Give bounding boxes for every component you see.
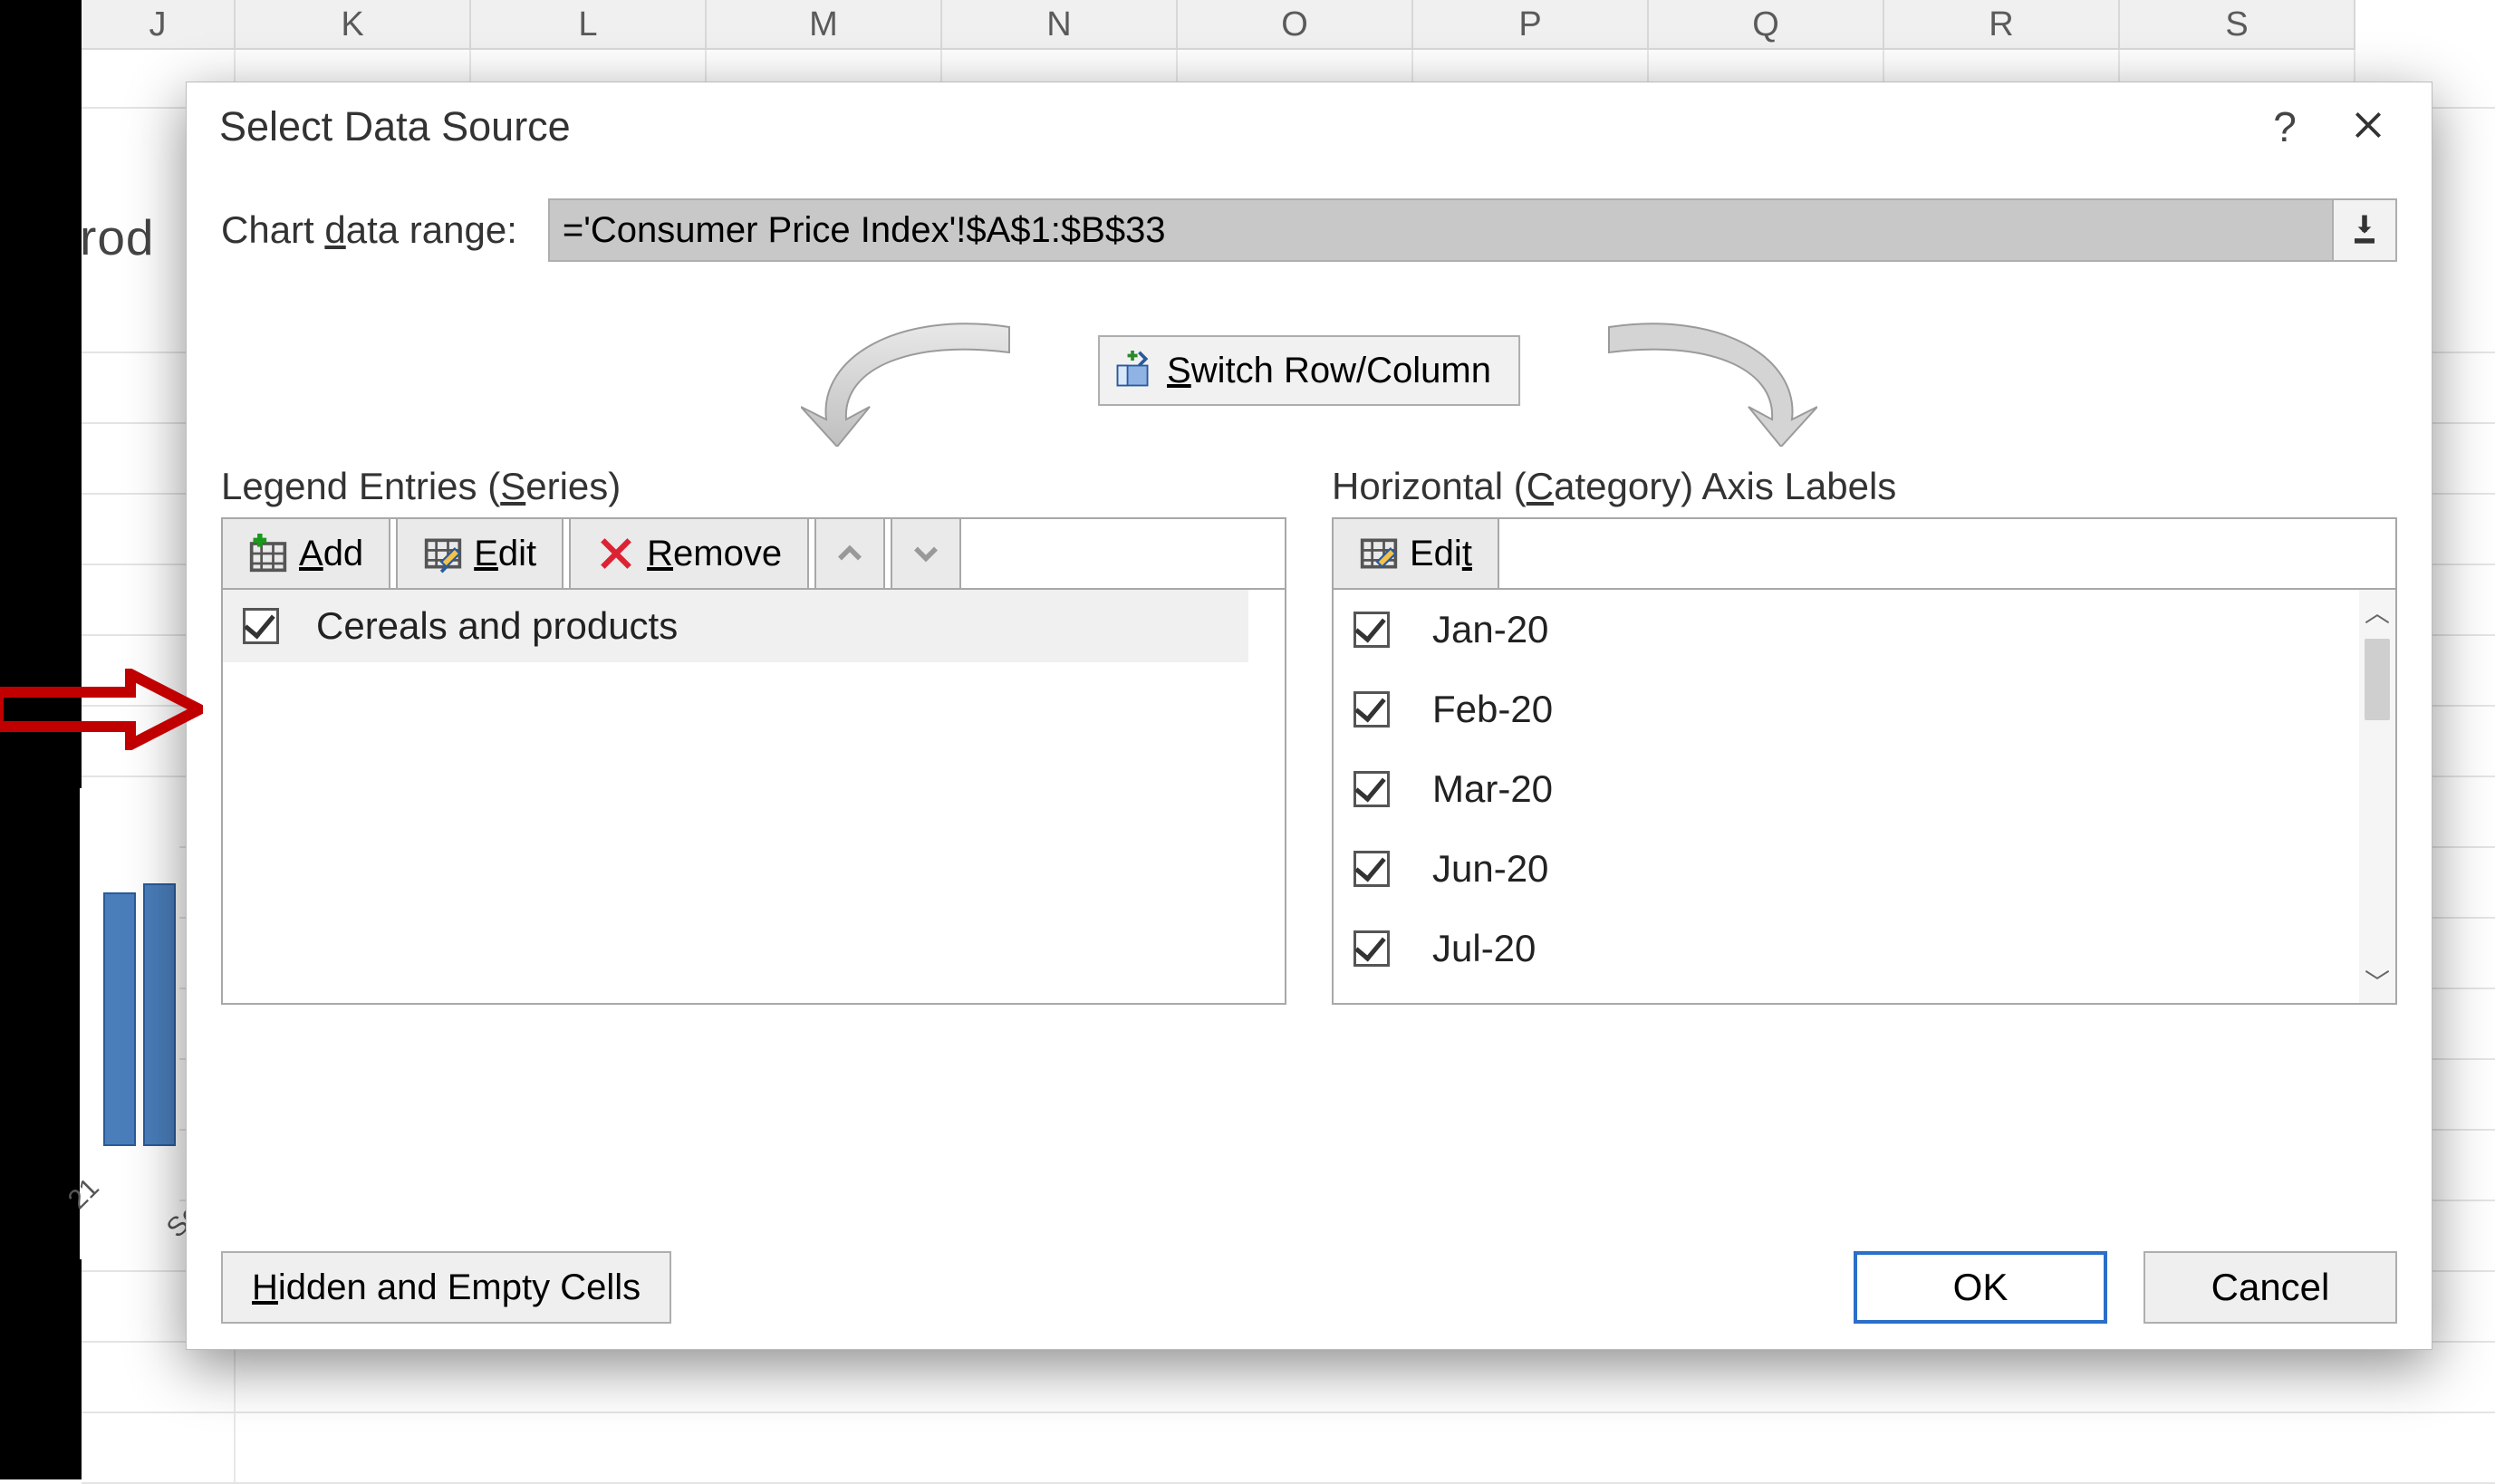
axis-item[interactable]: Jan-20 <box>1334 590 2359 670</box>
chevron-up-icon <box>830 534 870 573</box>
partial-chart-title: rod <box>80 208 155 266</box>
add-series-button[interactable]: Add <box>221 517 390 590</box>
close-icon <box>2351 130 2385 146</box>
axis-scrollbar[interactable]: ︿ ﹀ <box>2359 590 2395 1003</box>
axis-label: Jan-20 <box>1432 608 1548 651</box>
series-label: Cereals and products <box>316 604 678 648</box>
column-headers: J K L M N O P Q R S <box>82 0 2495 50</box>
axis-label: Jul-20 <box>1432 927 1536 970</box>
scroll-up-icon[interactable]: ︿ <box>2365 593 2390 630</box>
move-series-up-button[interactable] <box>814 517 885 590</box>
legend-entries-title: Legend Entries (Series) <box>221 465 1286 508</box>
remove-icon <box>596 534 636 573</box>
axis-toolbar: Edit <box>1332 517 2397 588</box>
axis-item[interactable]: Feb-20 <box>1334 670 2359 749</box>
axis-item[interactable]: Jul-20 <box>1334 909 2359 988</box>
col-header[interactable]: N <box>942 0 1178 50</box>
chart-fragment: 21 Sep-2 <box>80 788 179 1259</box>
col-header[interactable]: S <box>2120 0 2355 50</box>
remove-series-button[interactable]: Remove <box>569 517 809 590</box>
series-list[interactable]: Cereals and products <box>221 588 1286 1005</box>
col-header[interactable]: K <box>236 0 471 50</box>
arrow-curve-right-icon <box>1573 320 1817 447</box>
dialog-footer: Hidden and Empty Cells OK Cancel <box>187 1251 2432 1324</box>
collapse-range-icon <box>2345 210 2384 250</box>
col-header[interactable]: P <box>1413 0 1649 50</box>
chart-data-range-field <box>548 198 2397 262</box>
axis-checkbox[interactable] <box>1353 771 1390 807</box>
legend-entries-panel: Legend Entries (Series) Add Edit <box>221 465 1286 1005</box>
switch-row-column-button[interactable]: Switch Row/Column <box>1098 335 1520 406</box>
axis-checkbox[interactable] <box>1353 691 1390 728</box>
cancel-button[interactable]: Cancel <box>2143 1251 2397 1324</box>
axis-labels-panel: Horizontal (Category) Axis Labels Edit J… <box>1332 465 2397 1005</box>
edit-axis-labels-button[interactable]: Edit <box>1332 517 1499 590</box>
series-toolbar: Add Edit Remove <box>221 517 1286 588</box>
axis-checkbox[interactable] <box>1353 930 1390 967</box>
chart-bar <box>103 892 136 1146</box>
col-header[interactable]: R <box>1884 0 2120 50</box>
add-icon <box>248 534 288 573</box>
axis-label: Feb-20 <box>1432 688 1553 731</box>
chevron-down-icon <box>906 534 946 573</box>
col-header[interactable]: M <box>707 0 942 50</box>
col-header[interactable]: L <box>471 0 707 50</box>
chart-data-range-row: Chart data range: <box>221 198 2397 262</box>
ok-button[interactable]: OK <box>1854 1251 2107 1324</box>
hidden-empty-cells-button[interactable]: Hidden and Empty Cells <box>221 1251 671 1324</box>
col-header[interactable]: O <box>1178 0 1413 50</box>
col-header[interactable]: J <box>82 0 236 50</box>
slide-margin <box>0 0 82 1479</box>
series-item[interactable]: Cereals and products <box>223 590 1248 662</box>
scroll-down-icon[interactable]: ﹀ <box>2365 963 2390 999</box>
edit-series-button[interactable]: Edit <box>396 517 564 590</box>
collapse-dialog-button[interactable] <box>2332 200 2395 260</box>
chart-data-range-label: Chart data range: <box>221 208 517 252</box>
axis-labels-title: Horizontal (Category) Axis Labels <box>1332 465 2397 508</box>
col-header[interactable]: Q <box>1649 0 1884 50</box>
switch-row: Switch Row/Column <box>221 280 2397 461</box>
axis-label: Jun-20 <box>1432 847 1548 891</box>
axis-item[interactable]: Jun-20 <box>1334 829 2359 909</box>
arrow-curve-left-icon <box>801 320 1045 447</box>
dialog-titlebar: Select Data Source ? <box>187 82 2432 171</box>
axis-checkbox[interactable] <box>1353 851 1390 887</box>
chart-bar <box>143 883 176 1146</box>
select-data-source-dialog: Select Data Source ? Chart data range: <box>186 82 2432 1350</box>
axis-label: Mar-20 <box>1432 767 1553 811</box>
chart-data-range-input[interactable] <box>550 200 2332 260</box>
dialog-title: Select Data Source <box>219 103 2243 150</box>
help-button[interactable]: ? <box>2243 102 2326 151</box>
scrollbar-thumb[interactable] <box>2365 639 2390 720</box>
move-series-down-button[interactable] <box>891 517 961 590</box>
close-button[interactable] <box>2326 108 2410 147</box>
axis-labels-list[interactable]: Jan-20 Feb-20 Mar-20 Jun-20 Jul-20 ︿ ﹀ <box>1332 588 2397 1005</box>
series-checkbox[interactable] <box>243 608 279 644</box>
switch-icon <box>1113 351 1152 390</box>
edit-icon <box>423 534 463 573</box>
axis-checkbox[interactable] <box>1353 612 1390 648</box>
axis-item[interactable]: Mar-20 <box>1334 749 2359 829</box>
edit-icon <box>1359 534 1399 573</box>
